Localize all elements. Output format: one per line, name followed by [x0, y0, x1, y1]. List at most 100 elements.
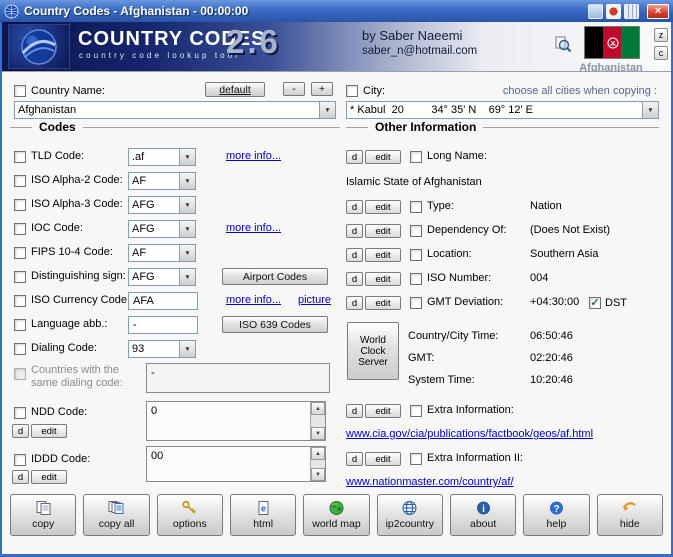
extra-info2-d-button[interactable]: d — [346, 452, 363, 466]
iso-currency-input[interactable]: AFA — [128, 292, 198, 310]
iso-639-codes-button[interactable]: ISO 639 Codes — [222, 316, 328, 333]
z-button[interactable]: z — [654, 28, 668, 42]
chevron-down-icon[interactable]: ▼ — [179, 197, 195, 213]
location-edit-button[interactable]: edit — [365, 248, 401, 262]
hide-button[interactable]: hide — [597, 494, 663, 536]
iddd-scrollbar[interactable]: ▲ ▼ — [310, 447, 325, 481]
ndd-d-button[interactable]: d — [12, 424, 29, 438]
tld-dropdown[interactable]: .af ▼ — [128, 148, 196, 166]
scroll-down-icon[interactable]: ▼ — [311, 468, 325, 481]
dependency-checkbox[interactable] — [410, 225, 422, 237]
airport-codes-button[interactable]: Airport Codes — [222, 268, 328, 285]
plus-button[interactable]: + — [311, 82, 333, 96]
type-checkbox[interactable] — [410, 201, 422, 213]
ioc-more-info-link[interactable]: more info... — [226, 222, 281, 234]
iso-number-d-button[interactable]: d — [346, 272, 363, 286]
chevron-down-icon[interactable]: ▼ — [179, 149, 195, 165]
type-d-button[interactable]: d — [346, 200, 363, 214]
chevron-down-icon[interactable]: ▼ — [179, 173, 195, 189]
location-checkbox[interactable] — [410, 249, 422, 261]
ime-toolbar-icon[interactable] — [624, 4, 639, 19]
long-name-d-button[interactable]: d — [346, 150, 363, 164]
c-button[interactable]: c — [654, 46, 668, 60]
world-map-button[interactable]: world map — [303, 494, 369, 536]
long-name-checkbox[interactable] — [410, 151, 422, 163]
same-dialing-box[interactable]: - — [146, 363, 330, 393]
gmt-d-button[interactable]: d — [346, 296, 363, 310]
chevron-down-icon[interactable]: ▼ — [179, 221, 195, 237]
ndd-box[interactable]: 0 ▲ ▼ — [146, 401, 326, 441]
language-abb-input[interactable]: - — [128, 316, 198, 334]
city-checkbox[interactable] — [346, 85, 358, 97]
iso-number-edit-button[interactable]: edit — [365, 272, 401, 286]
same-dialing-checkbox[interactable] — [14, 368, 26, 380]
currency-more-info-link[interactable]: more info... — [226, 294, 281, 306]
long-name-edit-button[interactable]: edit — [365, 150, 401, 164]
city-dropdown[interactable]: * Kabul 20 34° 35' N 69° 12' E ▼ — [346, 101, 659, 119]
fips-checkbox[interactable] — [14, 247, 26, 259]
scroll-up-icon[interactable]: ▲ — [311, 447, 325, 460]
dependency-edit-button[interactable]: edit — [365, 224, 401, 238]
extra-info-d-button[interactable]: d — [346, 404, 363, 418]
language-bar[interactable] — [588, 4, 639, 19]
extra-info2-edit-button[interactable]: edit — [365, 452, 401, 466]
tld-checkbox[interactable] — [14, 151, 26, 163]
iso-alpha2-checkbox[interactable] — [14, 175, 26, 187]
language-abb-checkbox[interactable] — [14, 319, 26, 331]
magnifier-icon[interactable] — [554, 36, 572, 59]
iso-alpha2-dropdown[interactable]: AF ▼ — [128, 172, 196, 190]
gmt-edit-button[interactable]: edit — [365, 296, 401, 310]
dialing-code-checkbox[interactable] — [14, 343, 26, 355]
iso-currency-checkbox[interactable] — [14, 295, 26, 307]
currency-picture-link[interactable]: picture — [298, 294, 331, 306]
ndd-edit-button[interactable]: edit — [31, 424, 67, 438]
iso-number-checkbox[interactable] — [410, 273, 422, 285]
type-edit-button[interactable]: edit — [365, 200, 401, 214]
gmt-checkbox[interactable] — [410, 297, 422, 309]
scroll-down-icon[interactable]: ▼ — [311, 427, 325, 440]
chevron-down-icon[interactable]: ▼ — [179, 341, 195, 357]
country-dropdown[interactable]: Afghanistan ▼ — [14, 101, 336, 119]
extra-info-link[interactable]: www.cia.gov/cia/publications/factbook/ge… — [346, 428, 593, 440]
extra-info2-checkbox[interactable] — [410, 453, 422, 465]
ioc-checkbox[interactable] — [14, 223, 26, 235]
iso-alpha3-checkbox[interactable] — [14, 199, 26, 211]
minus-button[interactable]: - — [283, 82, 305, 96]
ioc-dropdown[interactable]: AFG ▼ — [128, 220, 196, 238]
ndd-scrollbar[interactable]: ▲ ▼ — [310, 402, 325, 440]
options-button[interactable]: options — [157, 494, 223, 536]
world-clock-server-button[interactable]: World Clock Server — [347, 322, 399, 380]
distinguishing-sign-dropdown[interactable]: AFG ▼ — [128, 268, 196, 286]
close-button[interactable]: × — [647, 4, 669, 19]
extra-info-checkbox[interactable] — [410, 405, 422, 417]
ip2country-button[interactable]: ip2country — [377, 494, 443, 536]
chevron-down-icon[interactable]: ▼ — [642, 102, 658, 118]
iddd-edit-button[interactable]: edit — [31, 470, 67, 484]
help-button[interactable]: ? help — [523, 494, 589, 536]
extra-info2-link[interactable]: www.nationmaster.com/country/af/ — [346, 476, 514, 488]
ime-language-icon[interactable] — [606, 4, 621, 19]
chevron-down-icon[interactable]: ▼ — [179, 245, 195, 261]
location-d-button[interactable]: d — [346, 248, 363, 262]
iso-alpha3-dropdown[interactable]: AFG ▼ — [128, 196, 196, 214]
dialing-code-dropdown[interactable]: 93 ▼ — [128, 340, 196, 358]
ime-keyboard-icon[interactable] — [588, 4, 603, 19]
dependency-d-button[interactable]: d — [346, 224, 363, 238]
extra-info-edit-button[interactable]: edit — [365, 404, 401, 418]
html-button[interactable]: e html — [230, 494, 296, 536]
copy-all-button[interactable]: copy all — [83, 494, 149, 536]
chevron-down-icon[interactable]: ▼ — [319, 102, 335, 118]
scroll-up-icon[interactable]: ▲ — [311, 402, 325, 415]
tld-more-info-link[interactable]: more info... — [226, 150, 281, 162]
chevron-down-icon[interactable]: ▼ — [179, 269, 195, 285]
copy-button[interactable]: copy — [10, 494, 76, 536]
about-button[interactable]: i about — [450, 494, 516, 536]
default-button[interactable]: default — [205, 82, 265, 97]
ndd-checkbox[interactable] — [14, 407, 26, 419]
iddd-d-button[interactable]: d — [12, 470, 29, 484]
fips-dropdown[interactable]: AF ▼ — [128, 244, 196, 262]
distinguishing-sign-checkbox[interactable] — [14, 271, 26, 283]
iddd-box[interactable]: 00 ▲ ▼ — [146, 446, 326, 482]
country-name-checkbox[interactable] — [14, 85, 26, 97]
dst-checkbox[interactable]: ✓ — [589, 297, 601, 309]
